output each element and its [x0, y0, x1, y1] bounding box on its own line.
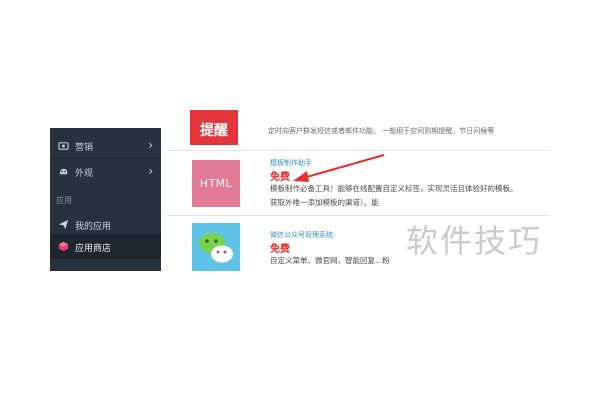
screenshot: 营销 › 外观 › 应用 我的应用 应用商店 提醒 定时向客户群发短信或者邮件功… — [0, 0, 600, 400]
watermark: 软件技巧 — [406, 222, 543, 260]
annotation-arrow — [293, 154, 385, 182]
